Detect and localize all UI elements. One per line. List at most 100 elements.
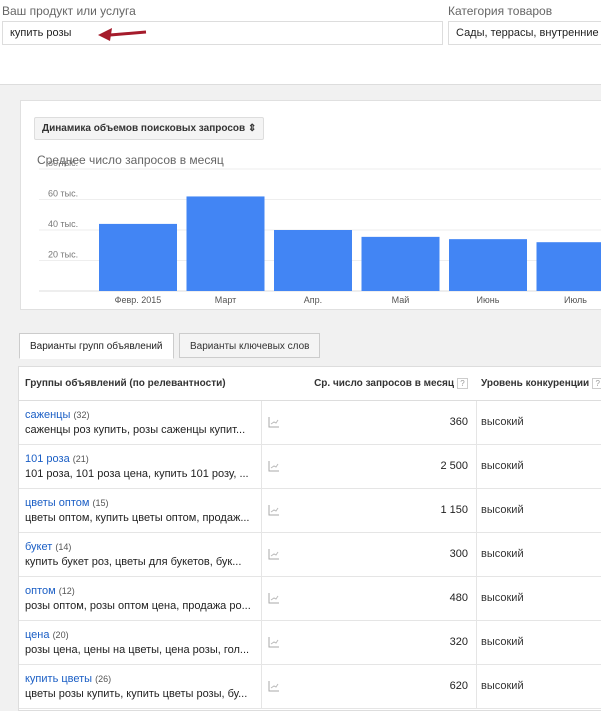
table-row: купить цветы (26) цветы розы купить, купи…: [19, 665, 601, 709]
trend-chart-icon[interactable]: [268, 416, 280, 428]
competition: высокий: [481, 636, 524, 648]
trend-chart-icon[interactable]: [268, 680, 280, 692]
competition: высокий: [481, 504, 524, 516]
sort-arrows-icon: ⇕: [247, 123, 257, 134]
y-tick-label: 40 тыс.: [48, 219, 78, 229]
y-tick-label: 20 тыс.: [48, 250, 78, 260]
divider: [476, 401, 477, 444]
trend-chart-icon[interactable]: [268, 592, 280, 604]
divider: [476, 533, 477, 576]
product-input[interactable]: купить розы: [2, 21, 443, 45]
header-avg[interactable]: Ср. число запросов в месяц?: [314, 378, 468, 389]
help-icon[interactable]: ?: [457, 378, 468, 389]
group-link[interactable]: букет: [25, 541, 52, 553]
group-keywords: цветы оптом, купить цветы оптом, продаж.…: [25, 512, 250, 524]
bar[interactable]: [99, 223, 177, 291]
divider: [261, 665, 262, 708]
avg-searches: 2 500: [440, 460, 468, 472]
group-count: (15): [92, 498, 109, 508]
avg-searches: 1 150: [440, 504, 468, 516]
product-label: Ваш продукт или услуга: [2, 4, 136, 18]
bar[interactable]: [361, 236, 440, 291]
competition: высокий: [481, 548, 524, 560]
divider: [261, 577, 262, 620]
group-cell: цветы оптом (15) цветы оптом, купить цвет…: [25, 496, 261, 526]
group-cell: цена (20) розы цена, цены на цветы, цена …: [25, 628, 261, 658]
red-arrow-annotation: [98, 28, 147, 41]
table-row: саженцы (32) саженцы роз купить, розы саж…: [19, 401, 601, 445]
x-tick-label: Февр. 2015: [115, 295, 162, 305]
table-row: оптом (12) розы оптом, розы оптом цена, п…: [19, 577, 601, 621]
group-keywords: купить букет роз, цветы для букетов, бук…: [25, 556, 242, 568]
bar-chart: 20 тыс. 40 тыс. 60 тыс. 80 тыс. Февр. 2015 Ма…: [39, 161, 601, 305]
divider: [476, 621, 477, 664]
group-count: (14): [55, 542, 72, 552]
chart-type-select[interactable]: Динамика объемов поисковых запросов ⇕: [34, 117, 265, 140]
x-tick-label: Апр.: [304, 295, 322, 305]
group-keywords: 101 роза, 101 роза цена, купить 101 розу…: [25, 468, 249, 480]
header-avg-label: Ср. число запросов в месяц: [314, 378, 454, 389]
trend-chart-icon[interactable]: [268, 548, 280, 560]
divider: [261, 621, 262, 664]
group-cell: купить цветы (26) цветы розы купить, купи…: [25, 672, 261, 702]
header-comp[interactable]: Уровень конкуренции?: [481, 378, 601, 389]
group-count: (20): [52, 630, 69, 640]
trend-chart-icon[interactable]: [268, 504, 280, 516]
group-count: (32): [73, 410, 90, 420]
avg-searches: 360: [449, 416, 468, 428]
divider: [261, 533, 262, 576]
group-keywords: розы оптом, розы оптом цена, продажа ро.…: [25, 600, 251, 612]
x-tick-label: Май: [392, 295, 410, 305]
avg-searches: 480: [449, 592, 468, 604]
group-link[interactable]: цена: [25, 629, 50, 641]
group-keywords: саженцы роз купить, розы саженцы купит..…: [25, 424, 246, 436]
avg-searches: 300: [449, 548, 468, 560]
group-keywords: цветы розы купить, купить цветы розы, бу…: [25, 688, 248, 700]
tab-ad-groups[interactable]: Варианты групп объявлений: [19, 333, 174, 359]
group-cell: оптом (12) розы оптом, розы оптом цена, п…: [25, 584, 261, 614]
results-table: Группы объявлений (по релевантности) Ср.…: [18, 366, 601, 711]
bar[interactable]: [449, 239, 527, 291]
competition: высокий: [481, 680, 524, 692]
avg-searches: 320: [449, 636, 468, 648]
divider: [476, 445, 477, 488]
table-row: 101 роза (21) 101 роза, 101 роза цена, ку…: [19, 445, 601, 489]
group-link[interactable]: саженцы: [25, 409, 70, 421]
help-icon[interactable]: ?: [592, 378, 601, 389]
group-count: (26): [95, 674, 112, 684]
category-input[interactable]: Сады, террасы, внутренние д: [448, 21, 601, 45]
trend-chart-icon[interactable]: [268, 636, 280, 648]
group-link[interactable]: купить цветы: [25, 673, 92, 685]
tab-keywords[interactable]: Варианты ключевых слов: [179, 333, 321, 358]
header-group[interactable]: Группы объявлений (по релевантности): [25, 378, 226, 389]
group-link[interactable]: оптом: [25, 585, 56, 597]
table-row: букет (14) купить букет роз, цветы для бу…: [19, 533, 601, 577]
divider: [261, 401, 262, 444]
group-link[interactable]: 101 роза: [25, 453, 70, 465]
category-label: Категория товаров: [448, 4, 553, 18]
y-tick-label: 60 тыс.: [48, 189, 78, 199]
group-cell: букет (14) купить букет роз, цветы для бу…: [25, 540, 261, 570]
table-row: цена (20) розы цена, цены на цветы, цена …: [19, 621, 601, 665]
trend-chart-icon[interactable]: [268, 460, 280, 472]
chart-type-label: Динамика объемов поисковых запросов: [42, 123, 246, 134]
x-tick-label: Июнь: [477, 295, 500, 305]
group-cell: саженцы (32) саженцы роз купить, розы саж…: [25, 408, 261, 438]
group-cell: 101 роза (21) 101 роза, 101 роза цена, ку…: [25, 452, 261, 482]
group-link[interactable]: цветы оптом: [25, 497, 89, 509]
bar[interactable]: [274, 230, 352, 291]
chart-card: Динамика объемов поисковых запросов ⇕ Ср…: [20, 100, 601, 310]
divider: [261, 489, 262, 532]
bar[interactable]: [536, 242, 601, 291]
divider: [261, 445, 262, 488]
table-row: цветы оптом (15) цветы оптом, купить цвет…: [19, 489, 601, 533]
competition: высокий: [481, 460, 524, 472]
x-tick-label: Март: [215, 295, 237, 305]
bar[interactable]: [186, 196, 265, 291]
table-header: Группы объявлений (по релевантности) Ср.…: [19, 367, 601, 401]
group-count: (12): [58, 586, 75, 596]
y-tick-label: 80 тыс.: [48, 161, 78, 168]
divider: [476, 489, 477, 532]
group-keywords: розы цена, цены на цветы, цена розы, гол…: [25, 644, 250, 656]
header-comp-label: Уровень конкуренции: [481, 378, 590, 389]
